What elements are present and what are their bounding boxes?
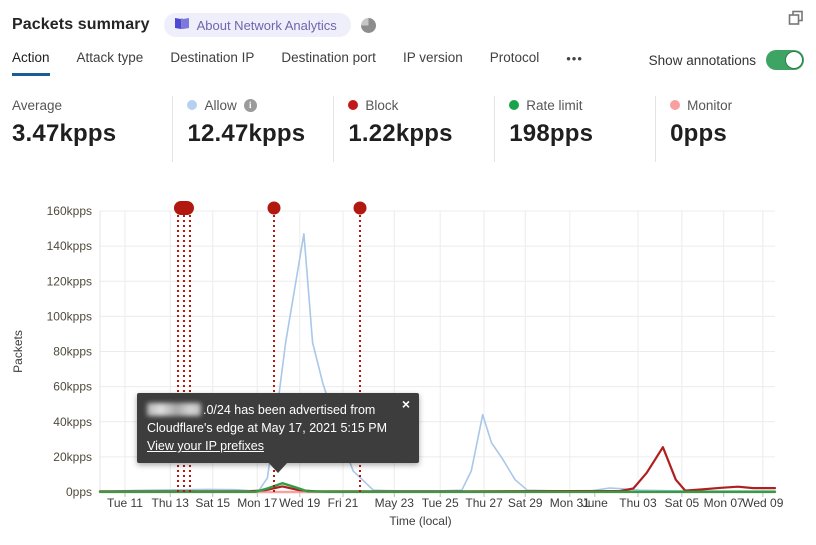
svg-text:Wed 09: Wed 09: [742, 496, 783, 510]
svg-text:140kpps: 140kpps: [47, 239, 92, 253]
stat-label: Rate limit: [526, 97, 583, 113]
tab-attack-type[interactable]: Attack type: [77, 50, 144, 76]
svg-text:June: June: [582, 496, 608, 510]
show-annotations-toggle[interactable]: [766, 50, 804, 70]
tabs-row: Action Attack type Destination IP Destin…: [12, 50, 804, 80]
more-tabs-icon[interactable]: •••: [566, 50, 583, 76]
book-icon: [174, 17, 190, 33]
stat-value: 198pps: [509, 120, 594, 147]
svg-text:Thu 13: Thu 13: [152, 496, 190, 510]
tab-ip-version[interactable]: IP version: [403, 50, 463, 76]
stat-label: Block: [365, 97, 399, 113]
svg-text:40kpps: 40kpps: [53, 415, 92, 429]
svg-text:160kpps: 160kpps: [47, 204, 92, 218]
stat-label: Monitor: [687, 97, 733, 113]
annotation-tooltip: × .0/24 has been advertised from Cloudfl…: [137, 393, 419, 473]
svg-text:100kpps: 100kpps: [47, 309, 92, 323]
svg-text:80kpps: 80kpps: [53, 345, 92, 359]
svg-text:Sat 15: Sat 15: [195, 496, 230, 510]
svg-text:Time (local): Time (local): [389, 514, 451, 528]
svg-text:Fri 21: Fri 21: [328, 496, 359, 510]
tab-destination-port[interactable]: Destination port: [281, 50, 376, 76]
svg-text:Tue 11: Tue 11: [107, 496, 143, 510]
svg-text:60kpps: 60kpps: [53, 380, 92, 394]
stat-value: 0pps: [670, 120, 727, 147]
svg-text:Thu 27: Thu 27: [465, 496, 503, 510]
svg-text:May 23: May 23: [375, 496, 415, 510]
svg-text:Tue 25: Tue 25: [422, 496, 459, 510]
stat-average: Average 3.47kpps: [12, 96, 172, 162]
tooltip-line-2: Cloudflare's edge at May 17, 2021 5:15 P…: [147, 421, 388, 435]
svg-text:0pps: 0pps: [66, 485, 92, 499]
stat-value: 1.22kpps: [348, 120, 453, 147]
svg-text:Packets: Packets: [11, 330, 25, 373]
close-icon[interactable]: ×: [402, 396, 410, 412]
tab-destination-ip[interactable]: Destination IP: [170, 50, 254, 76]
usage-pie-icon[interactable]: [360, 17, 376, 33]
pop-out-icon[interactable]: [788, 10, 804, 31]
stat-rate-limit: Rate limit 198pps: [494, 96, 655, 162]
badge-label: About Network Analytics: [196, 17, 337, 33]
about-network-analytics-badge[interactable]: About Network Analytics: [163, 13, 351, 37]
show-annotations-control: Show annotations: [649, 50, 804, 70]
stat-block: Block 1.22kpps: [333, 96, 494, 162]
monitor-dot: [670, 100, 681, 110]
svg-text:Mon 07: Mon 07: [704, 496, 744, 510]
stat-label: Average: [12, 97, 63, 113]
stats-row: Average 3.47kpps Allow i 12.47kpps Block…: [12, 96, 816, 162]
svg-text:Thu 03: Thu 03: [619, 496, 657, 510]
allow-dot: [187, 100, 198, 110]
rate-limit-dot: [509, 100, 520, 110]
tooltip-caret: [268, 462, 288, 473]
tab-protocol[interactable]: Protocol: [490, 50, 540, 76]
packets-chart[interactable]: 0pps 20kpps 40kpps 60kpps 80kpps 100kpps 120kp…: [0, 190, 816, 545]
tabs: Action Attack type Destination IP Destin…: [12, 50, 583, 76]
svg-text:20kpps: 20kpps: [53, 450, 92, 464]
page-title: Packets summary: [12, 16, 150, 33]
svg-text:Sat 05: Sat 05: [664, 496, 699, 510]
tab-action[interactable]: Action: [12, 50, 50, 76]
stat-value: 3.47kpps: [12, 120, 117, 147]
svg-text:120kpps: 120kpps: [47, 274, 92, 288]
stat-monitor: Monitor 0pps: [655, 96, 816, 162]
header: Packets summary About Network Analytics: [12, 10, 804, 40]
packets-summary-panel: Packets summary About Network Analytics …: [0, 0, 816, 545]
stat-allow: Allow i 12.47kpps: [172, 96, 333, 162]
stat-label: Allow: [204, 97, 237, 113]
svg-text:Mon 17: Mon 17: [237, 496, 277, 510]
tooltip-line-1: .0/24 has been advertised from: [147, 401, 407, 419]
redacted-ip-prefix: [147, 403, 201, 417]
info-icon[interactable]: i: [243, 98, 257, 112]
show-annotations-label: Show annotations: [648, 52, 756, 68]
stat-value: 12.47kpps: [187, 120, 306, 147]
block-dot: [348, 100, 359, 110]
svg-text:Wed 19: Wed 19: [279, 496, 320, 510]
svg-text:Sat 29: Sat 29: [508, 496, 543, 510]
chart-canvas[interactable]: 0pps 20kpps 40kpps 60kpps 80kpps 100kpps 120kp…: [0, 190, 816, 545]
view-ip-prefixes-link[interactable]: View your IP prefixes: [147, 439, 264, 453]
toggle-knob: [785, 51, 803, 69]
